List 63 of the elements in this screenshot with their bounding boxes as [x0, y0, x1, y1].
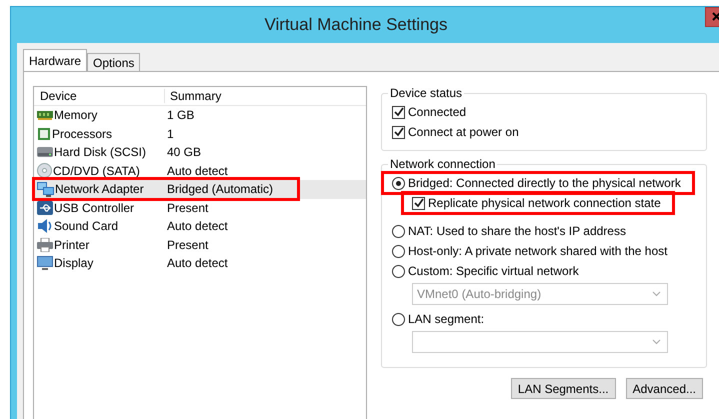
chevron-down-icon: [652, 339, 661, 345]
group-title: Network connection: [389, 157, 496, 171]
speaker-icon: [37, 218, 53, 234]
device-name: Display: [54, 256, 94, 270]
dialog-button[interactable]: LAN Segments...: [510, 378, 616, 399]
radio-label: Custom: Specific virtual network: [408, 264, 579, 278]
radio-button[interactable]: [392, 264, 405, 278]
device-summary: Auto detect: [167, 256, 228, 270]
device-name: CD/DVD (SATA): [53, 164, 140, 178]
dialog-button[interactable]: Advanced...: [626, 378, 703, 399]
checkbox[interactable]: [392, 126, 405, 138]
disc-icon: [37, 163, 52, 178]
radio-label: Bridged: Connected directly to the physical network: [408, 176, 681, 190]
device-name: Memory: [54, 108, 98, 122]
radio-label: LAN segment:: [408, 312, 484, 326]
radio-button[interactable]: [392, 312, 405, 326]
device-summary: 40 GB: [167, 145, 202, 160]
radio-label: NAT: Used to share the host's IP address: [408, 224, 626, 238]
device-row[interactable]: Printer Present: [34, 236, 366, 254]
device-name: USB Controller: [54, 200, 134, 215]
tab[interactable]: Hardware: [23, 49, 88, 71]
checkbox[interactable]: [392, 106, 405, 118]
device-row[interactable]: Memory 1 GB: [34, 106, 366, 124]
device-row[interactable]: Sound Card Auto detect: [34, 217, 366, 236]
device-row[interactable]: Hard Disk (SCSI) 40 GB: [34, 143, 366, 162]
device-summary: Bridged (Automatic): [167, 182, 274, 196]
chevron-down-icon: [652, 291, 661, 297]
network-computers-icon: [37, 182, 54, 197]
checkbox-label: Connected: [408, 105, 466, 119]
device-row[interactable]: Network Adapter Bridged (Automatic): [34, 180, 366, 198]
column-header[interactable]: Device: [34, 89, 165, 103]
column-header[interactable]: Summary: [165, 89, 222, 103]
group-title: Device status: [389, 86, 464, 100]
radio-button[interactable]: [392, 176, 405, 190]
device-name: Network Adapter: [55, 182, 144, 196]
printer-icon: [37, 238, 53, 252]
device-row[interactable]: USB Controller Present: [34, 198, 366, 217]
close-icon: [712, 12, 719, 21]
device-summary: Auto detect: [167, 219, 228, 234]
radio-label: Host-only: A private network shared with the host: [408, 244, 668, 258]
device-name: Sound Card: [54, 219, 118, 234]
device-summary: Present: [167, 238, 208, 252]
tab[interactable]: Options: [87, 53, 140, 71]
radio-button[interactable]: [392, 224, 405, 238]
usb-icon: [37, 200, 53, 215]
device-name: Processors: [52, 126, 112, 141]
monitor-icon: [37, 256, 53, 271]
device-summary: Present: [167, 200, 208, 215]
device-row[interactable]: Processors 1: [34, 124, 366, 143]
device-summary: 1: [167, 126, 174, 141]
device-name: Printer: [54, 238, 90, 252]
device-summary: 1 GB: [167, 108, 194, 122]
radio-button[interactable]: [392, 244, 405, 258]
checkbox-label: Replicate physical network connection state: [428, 196, 661, 210]
processor-icon: [37, 126, 51, 141]
memory-chip-icon: [37, 109, 53, 122]
device-row[interactable]: CD/DVD (SATA) Auto detect: [34, 162, 366, 180]
checkbox-label: Connect at power on: [408, 125, 519, 139]
window-title: Virtual Machine Settings: [263, 15, 448, 35]
device-summary: Auto detect: [167, 164, 228, 178]
checkbox[interactable]: [412, 196, 425, 210]
device-row[interactable]: Display Auto detect: [34, 254, 366, 272]
device-name: Hard Disk (SCSI): [54, 145, 146, 160]
